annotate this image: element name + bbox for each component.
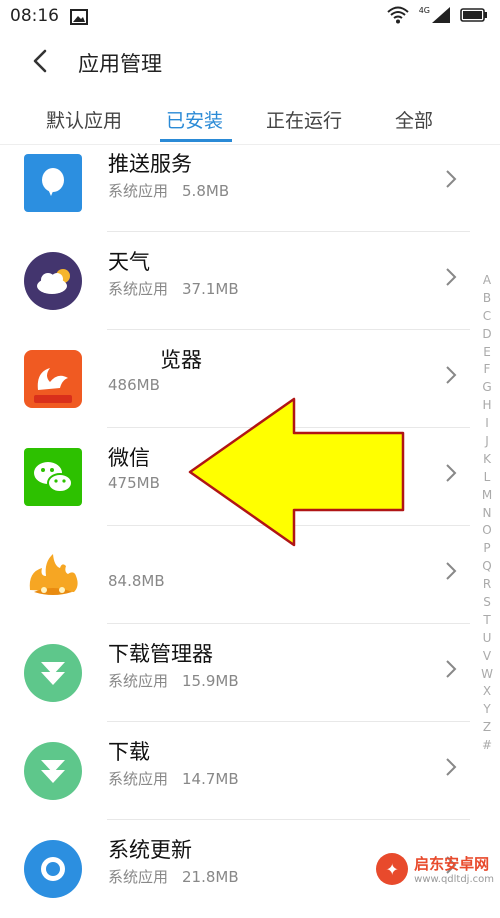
app-meta: 84.8MB <box>108 572 179 590</box>
app-meta: 486MB <box>108 376 174 394</box>
alphabet-letter[interactable]: E <box>480 344 494 362</box>
flame-app-icon <box>29 554 78 595</box>
app-meta: 系统应用 5.8MB <box>108 180 243 201</box>
alphabet-letter[interactable]: K <box>480 451 494 469</box>
app-type: 系统应用 <box>108 868 169 886</box>
app-row-push-service[interactable]: 推送服务 系统应用 5.8MB <box>0 134 470 232</box>
alphabet-letter[interactable]: O <box>480 522 494 540</box>
app-row-download-manager[interactable]: 下载管理器 系统应用 15.9MB <box>0 624 470 722</box>
wechat-icon <box>24 448 82 506</box>
app-name: 览器 <box>160 348 202 372</box>
tab-default-apps[interactable]: 默认应用 <box>46 106 122 133</box>
chevron-right-icon <box>446 464 457 482</box>
app-size: 84.8MB <box>108 572 165 590</box>
alphabet-letter[interactable]: Y <box>480 701 494 719</box>
status-right-icons: 4G <box>387 6 488 24</box>
watermark-logo-icon: ✦ <box>376 853 409 885</box>
app-type: 系统应用 <box>108 182 169 200</box>
chevron-right-icon <box>446 562 457 580</box>
app-type: 系统应用 <box>108 770 169 788</box>
signal-icon <box>432 7 450 23</box>
alphabet-letter[interactable]: Q <box>480 558 494 576</box>
tab-all[interactable]: 全部 <box>395 106 433 133</box>
alphabet-letter[interactable]: R <box>480 576 494 594</box>
app-name: 天气 <box>108 250 150 274</box>
alphabet-letter[interactable]: S <box>480 594 494 612</box>
status-bar: 08:16 4G <box>0 0 500 32</box>
alphabet-letter[interactable]: Z <box>480 719 494 737</box>
download-manager-icon <box>24 644 82 702</box>
alphabet-letter[interactable]: M <box>480 487 494 505</box>
app-row-weather[interactable]: 天气 系统应用 37.1MB <box>0 232 470 330</box>
app-type: 系统应用 <box>108 280 169 298</box>
chevron-right-icon <box>446 170 457 188</box>
status-time: 08:16 <box>10 6 59 26</box>
app-size: 5.8MB <box>182 182 230 200</box>
app-size: 14.7MB <box>182 770 239 788</box>
alphabet-index[interactable]: A B C D E F G H I J K L M N O P Q R S T U V W X Y Z # <box>480 272 494 755</box>
alphabet-letter[interactable]: F <box>480 361 494 379</box>
weather-icon <box>24 252 82 310</box>
app-size: 475MB <box>108 474 160 492</box>
alphabet-letter[interactable]: N <box>480 505 494 523</box>
app-name: 推送服务 <box>108 152 192 176</box>
alphabet-letter[interactable]: W <box>480 666 494 684</box>
app-meta: 系统应用 21.8MB <box>108 866 253 887</box>
alphabet-letter[interactable]: B <box>480 290 494 308</box>
alphabet-letter[interactable]: # <box>480 737 494 755</box>
chevron-right-icon <box>446 366 457 384</box>
chevron-right-icon <box>446 660 457 678</box>
app-size: 37.1MB <box>182 280 239 298</box>
watermark: ✦ 启东安卓网 www.qdltdj.com <box>376 853 494 885</box>
alphabet-letter[interactable]: T <box>480 612 494 630</box>
app-header: 应用管理 <box>0 32 500 90</box>
alphabet-letter[interactable]: H <box>480 397 494 415</box>
app-name: 下载 <box>108 740 150 764</box>
annotation-arrow <box>188 397 405 547</box>
page-title: 应用管理 <box>78 52 162 76</box>
network-type-label: 4G <box>418 6 430 15</box>
push-service-icon <box>24 154 82 212</box>
app-size: 15.9MB <box>182 672 239 690</box>
app-size: 486MB <box>108 376 160 394</box>
download-icon <box>24 742 82 800</box>
alphabet-letter[interactable]: A <box>480 272 494 290</box>
alphabet-letter[interactable]: V <box>480 648 494 666</box>
wifi-icon <box>387 6 409 24</box>
alphabet-letter[interactable]: D <box>480 326 494 344</box>
alphabet-letter[interactable]: U <box>480 630 494 648</box>
alphabet-letter[interactable]: X <box>480 683 494 701</box>
tab-installed[interactable]: 已安装 <box>166 106 223 133</box>
app-meta: 系统应用 14.7MB <box>108 768 253 789</box>
app-name: 微信 <box>108 446 150 470</box>
app-name: 下载管理器 <box>108 642 213 666</box>
battery-icon <box>460 8 487 22</box>
alphabet-letter[interactable]: C <box>480 308 494 326</box>
app-meta: 系统应用 15.9MB <box>108 670 253 691</box>
app-meta: 475MB <box>108 474 174 492</box>
app-size: 21.8MB <box>182 868 239 886</box>
watermark-name: 启东安卓网 <box>414 855 490 873</box>
app-type: 系统应用 <box>108 672 169 690</box>
alphabet-letter[interactable]: P <box>480 540 494 558</box>
app-meta: 系统应用 37.1MB <box>108 278 253 299</box>
app-row-download[interactable]: 下载 系统应用 14.7MB <box>0 722 470 820</box>
alphabet-letter[interactable]: J <box>480 433 494 451</box>
uc-browser-icon <box>24 350 82 408</box>
watermark-url: www.qdltdj.com <box>414 874 494 885</box>
alphabet-letter[interactable]: I <box>480 415 494 433</box>
chevron-right-icon <box>446 268 457 286</box>
system-update-icon <box>24 840 82 898</box>
chevron-right-icon <box>446 758 457 776</box>
tab-running[interactable]: 正在运行 <box>266 106 342 133</box>
alphabet-letter[interactable]: G <box>480 379 494 397</box>
chevron-left-icon[interactable] <box>26 46 56 76</box>
app-name: 系统更新 <box>108 838 192 862</box>
alphabet-letter[interactable]: L <box>480 469 494 487</box>
image-notification-icon <box>70 9 88 25</box>
